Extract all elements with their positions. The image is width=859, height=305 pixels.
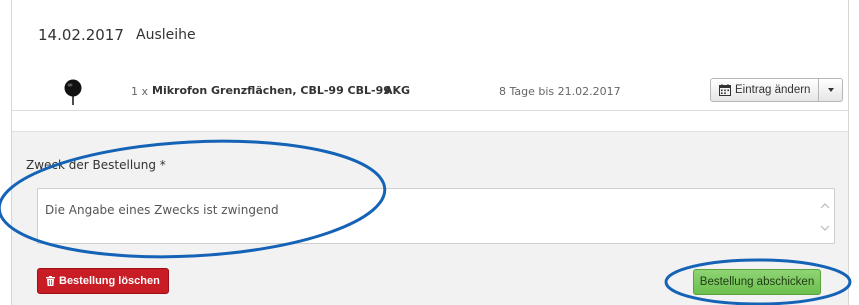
item-quantity: 1 x [131, 85, 149, 98]
purpose-text: Die Angabe eines Zwecks ist zwingend [45, 203, 279, 217]
purpose-textarea[interactable]: Die Angabe eines Zwecks ist zwingend [37, 188, 835, 244]
item-duration: 8 Tage bis 21.02.2017 [499, 85, 621, 98]
purpose-label: Zweck der Bestellung * [26, 158, 166, 172]
submit-order-button[interactable]: Bestellung abschicken [693, 269, 821, 295]
item-name: Mikrofon Grenzflächen, CBL-99 CBL-99 [152, 84, 391, 97]
order-date: 14.02.2017 [38, 26, 124, 44]
microphone-icon [64, 79, 82, 105]
submit-order-label: Bestellung abschicken [699, 276, 815, 288]
edit-entry-dropdown-toggle[interactable] [819, 78, 844, 102]
edit-entry-button[interactable]: Eintrag ändern [710, 78, 820, 102]
edit-entry-group: Eintrag ändern [710, 78, 844, 102]
caret-down-icon [827, 88, 834, 92]
calendar-icon [719, 84, 731, 96]
scroll-up-icon[interactable] [820, 201, 830, 211]
scroll-down-icon[interactable] [820, 223, 830, 233]
order-frame: 14.02.2017 Ausleihe 1 x Mikrofon Grenzfl… [11, 0, 849, 305]
delete-order-label: Bestellung löschen [59, 275, 160, 287]
edit-entry-label: Eintrag ändern [735, 84, 811, 96]
trash-icon [46, 276, 55, 286]
order-title: Ausleihe [136, 27, 196, 43]
order-form-panel: Zweck der Bestellung * Die Angabe eines … [12, 132, 848, 305]
order-header: 14.02.2017 Ausleihe [12, 0, 848, 73]
order-item-row: 1 x Mikrofon Grenzflächen, CBL-99 CBL-99… [12, 72, 848, 111]
row-spacer [12, 111, 848, 132]
delete-order-button[interactable]: Bestellung löschen [37, 268, 169, 294]
item-brand: AKG [384, 84, 411, 97]
